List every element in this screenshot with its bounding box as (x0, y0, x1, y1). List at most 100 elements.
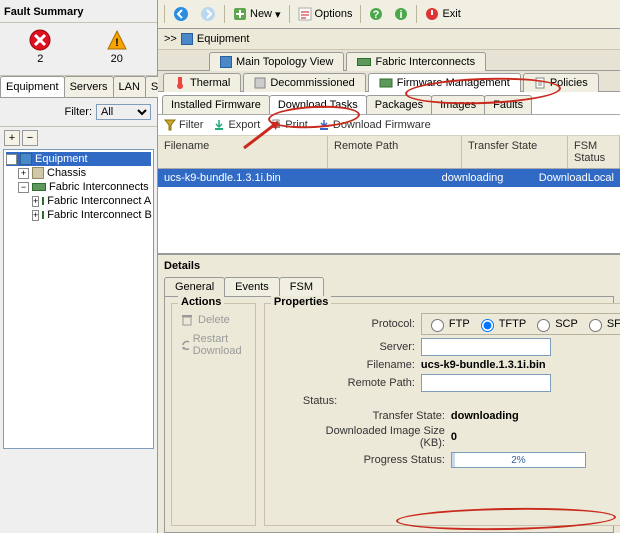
filter-button[interactable]: Filter (164, 119, 203, 131)
tab-label: Policies (550, 77, 588, 89)
info-button[interactable]: i (391, 5, 411, 23)
protocol-scp[interactable] (537, 319, 550, 332)
download-tasks-table: Filename Remote Path Transfer State FSM … (158, 136, 620, 255)
fault-summary-title: Fault Summary (0, 0, 157, 23)
equipment-tree[interactable]: − Equipment + Chassis − Fabric Interconn… (3, 149, 154, 449)
breadcrumb: >> Equipment (158, 29, 620, 50)
radio-label: FTP (449, 318, 470, 330)
print-button[interactable]: Print (270, 119, 308, 131)
tab-label: Main Topology View (236, 56, 333, 68)
new-button[interactable]: New ▾ (230, 5, 284, 23)
tab-label: Thermal (190, 77, 230, 89)
fabric-interconnect-icon (357, 58, 371, 66)
tabs-row-2: Thermal Decommissioned Firmware Manageme… (158, 71, 620, 92)
main-toolbar: New ▾ Options ? i Exit (158, 0, 620, 29)
tab-decommissioned[interactable]: Decommissioned (243, 73, 365, 92)
breadcrumb-lead: >> (164, 33, 177, 45)
tab-main-topology[interactable]: Main Topology View (209, 52, 344, 71)
breadcrumb-equipment[interactable]: Equipment (197, 33, 250, 45)
equipment-icon (181, 33, 193, 45)
download-firmware-button[interactable]: Download Firmware (318, 119, 431, 131)
tab-label: Decommissioned (270, 77, 354, 89)
tree-fia[interactable]: Fabric Interconnect A ( (47, 195, 154, 207)
protocol-label: Protocol: (273, 318, 421, 330)
col-fsm-status[interactable]: FSM Status (568, 136, 620, 168)
action-label: Restart Download (193, 333, 247, 357)
status-label: Status: (273, 395, 343, 407)
trash-icon (180, 313, 194, 327)
radio-label: SCP (555, 318, 578, 330)
tabs-row-1: Main Topology View Fabric Interconnects (158, 50, 620, 71)
topology-icon (220, 56, 232, 68)
server-field[interactable] (421, 338, 551, 356)
transfer-state-value: downloading (451, 410, 519, 422)
subtab-download-tasks[interactable]: Download Tasks (269, 95, 367, 114)
chassis-icon (32, 167, 44, 179)
tab-thermal[interactable]: Thermal (163, 73, 241, 92)
firmware-subtabs: Installed Firmware Download Tasks Packag… (158, 92, 620, 115)
help-button[interactable]: ? (366, 5, 386, 23)
progress-label: Progress Status: (303, 454, 451, 466)
tree-expander[interactable]: − (18, 182, 29, 193)
details-tab-fsm[interactable]: FSM (279, 277, 324, 296)
expand-all-button[interactable]: + (4, 130, 20, 146)
table-row[interactable]: ucs-k9-bundle.1.3.1i.bin downloading Dow… (158, 169, 620, 187)
subtab-images[interactable]: Images (431, 95, 485, 114)
tree-expander[interactable]: + (18, 168, 29, 179)
policies-icon (534, 77, 546, 89)
tree-fib[interactable]: Fabric Interconnect B ( (47, 209, 154, 221)
fault-summary-row: 2 ! 20 (0, 23, 157, 76)
export-button[interactable]: Export (213, 119, 260, 131)
nav-fwd-button[interactable] (197, 4, 219, 24)
new-button-label: New (250, 8, 272, 20)
details-title: Details (158, 255, 620, 277)
tab-equipment[interactable]: Equipment (0, 76, 65, 97)
dropdown-icon: ▾ (275, 8, 281, 21)
svg-text:?: ? (373, 9, 380, 21)
cell-filename: ucs-k9-bundle.1.3.1i.bin (158, 169, 313, 187)
protocol-ftp[interactable] (431, 319, 444, 332)
tab-policies[interactable]: Policies (523, 73, 599, 92)
critical-count: 2 (37, 53, 43, 65)
tree-fi[interactable]: Fabric Interconnects (49, 181, 149, 193)
tree-chassis[interactable]: Chassis (47, 167, 86, 179)
action-bar: Filter Export Print Download Firmware (158, 115, 620, 136)
tab-fabric-interconnects[interactable]: Fabric Interconnects (346, 52, 486, 71)
action-label: Download Firmware (333, 119, 431, 131)
dl-size-label: Downloaded Image Size (KB): (303, 425, 451, 449)
subtab-faults[interactable]: Faults (484, 95, 532, 114)
protocol-sftp[interactable] (589, 319, 602, 332)
subtab-installed-firmware[interactable]: Installed Firmware (162, 95, 270, 114)
details-tab-general[interactable]: General (164, 277, 225, 296)
equipment-icon (20, 153, 32, 165)
col-remote-path[interactable]: Remote Path (328, 136, 462, 168)
nav-back-button[interactable] (170, 4, 192, 24)
options-button-label: Options (315, 8, 353, 20)
protocol-tftp[interactable] (481, 319, 494, 332)
details-tab-events[interactable]: Events (224, 277, 280, 296)
properties-group-title: Properties (271, 296, 331, 308)
subtab-packages[interactable]: Packages (366, 95, 432, 114)
collapse-all-button[interactable]: − (22, 130, 38, 146)
tab-label: Fabric Interconnects (375, 56, 475, 68)
protocol-radios[interactable]: FTP TFTP SCP SFTP (421, 313, 620, 335)
warning-count: 20 (111, 53, 123, 65)
tab-servers[interactable]: Servers (64, 76, 114, 97)
exit-button[interactable]: Exit (422, 5, 463, 23)
tab-lan[interactable]: LAN (113, 76, 146, 97)
filter-select[interactable]: All (96, 104, 151, 120)
remote-path-field[interactable] (421, 374, 551, 392)
tree-root[interactable]: Equipment (35, 153, 88, 165)
col-filename[interactable]: Filename (158, 136, 328, 168)
options-button[interactable]: Options (295, 5, 356, 23)
tree-expander[interactable]: + (32, 196, 39, 207)
tree-expander[interactable]: − (6, 154, 17, 165)
col-transfer-state[interactable]: Transfer State (462, 136, 568, 168)
cell-transfer: downloading (436, 169, 533, 187)
transfer-state-label: Transfer State: (303, 410, 451, 422)
filter-label: Filter: (65, 106, 93, 118)
action-label: Export (228, 119, 260, 131)
tab-firmware-management[interactable]: Firmware Management (368, 73, 521, 92)
firmware-icon (379, 77, 393, 89)
tree-expander[interactable]: + (32, 210, 39, 221)
